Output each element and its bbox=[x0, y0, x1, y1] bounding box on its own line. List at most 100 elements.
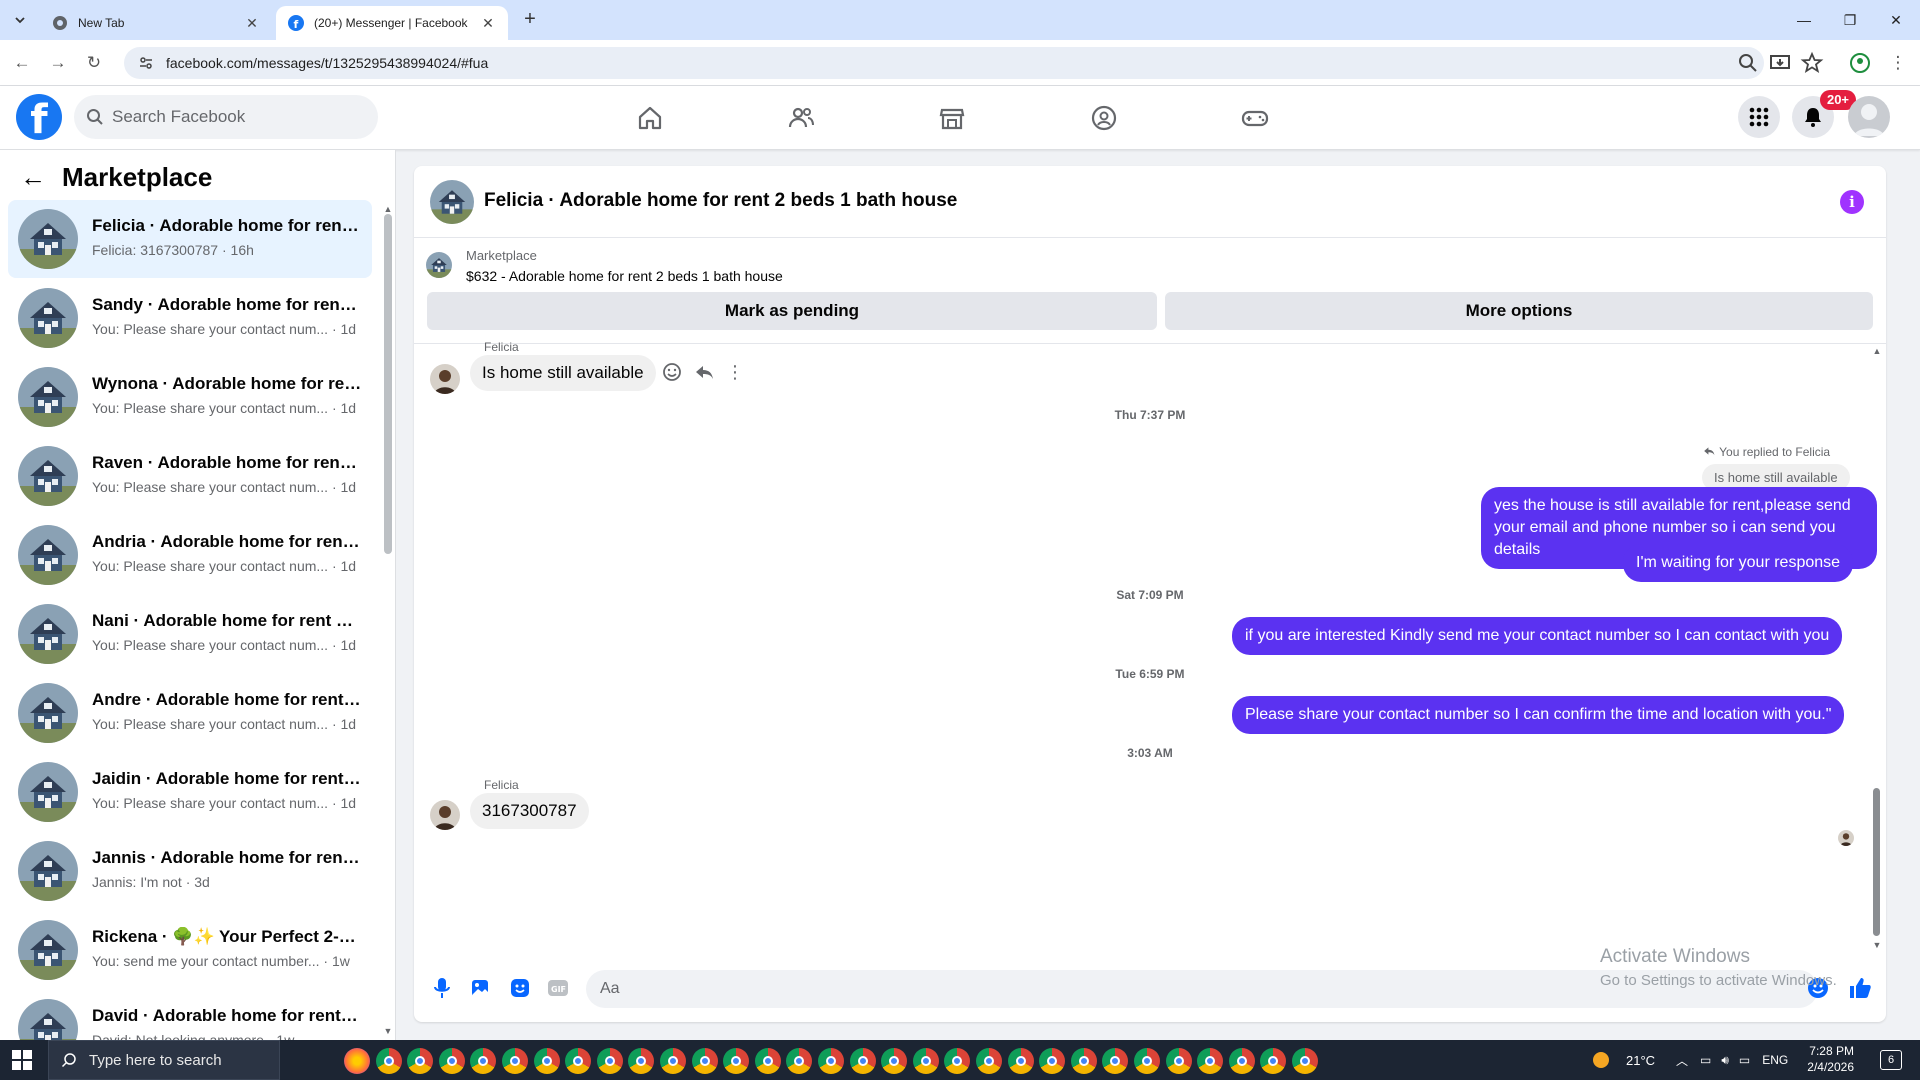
conversation-item[interactable]: David · Adorable home for rent 2 beds 1 … bbox=[8, 990, 372, 1040]
chrome-taskbar-icon[interactable] bbox=[849, 1048, 876, 1074]
network-icon[interactable]: ▭ bbox=[1700, 1053, 1711, 1067]
show-hidden-icons-icon[interactable]: ︿ bbox=[1676, 1052, 1688, 1069]
bookmark-star-icon[interactable] bbox=[1800, 51, 1824, 75]
mark-as-pending-button[interactable]: Mark as pending bbox=[427, 292, 1157, 330]
site-info-icon[interactable] bbox=[138, 55, 154, 71]
scroll-up-icon[interactable]: ▲ bbox=[383, 204, 393, 214]
account-avatar[interactable] bbox=[1848, 96, 1890, 138]
taskbar-search-input[interactable]: Type here to search bbox=[48, 1040, 280, 1080]
language-indicator[interactable]: ENG bbox=[1762, 1053, 1788, 1067]
clock[interactable]: 7:28 PM 2/4/2026 bbox=[1800, 1043, 1854, 1075]
tab-search-dropdown-icon[interactable] bbox=[8, 8, 32, 32]
chrome-taskbar-icon[interactable] bbox=[912, 1048, 939, 1074]
photo-icon[interactable] bbox=[468, 976, 492, 1000]
outgoing-message[interactable]: I'm waiting for your response bbox=[1623, 544, 1854, 582]
incoming-message[interactable]: 3167300787 bbox=[470, 793, 589, 829]
close-tab-icon[interactable]: ✕ bbox=[480, 15, 496, 31]
close-tab-icon[interactable]: ✕ bbox=[244, 15, 260, 31]
info-icon[interactable]: i bbox=[1840, 190, 1864, 214]
conversation-item[interactable]: Andre · Adorable home for rent 2 beds 1 … bbox=[8, 674, 372, 752]
install-app-icon[interactable] bbox=[1768, 51, 1792, 75]
outgoing-message[interactable]: if you are interested Kindly send me you… bbox=[1232, 617, 1843, 655]
outgoing-message[interactable]: Please share your contact number so I ca… bbox=[1232, 696, 1845, 734]
chrome-taskbar-icon[interactable] bbox=[1292, 1048, 1318, 1074]
conversation-item[interactable]: Jannis · Adorable home for rent 2 beds 1… bbox=[8, 832, 372, 910]
zoom-icon[interactable] bbox=[1736, 51, 1760, 75]
chrome-taskbar-icon[interactable] bbox=[628, 1048, 655, 1074]
chrome-taskbar-icon[interactable] bbox=[1039, 1048, 1066, 1074]
chrome-taskbar-icon[interactable] bbox=[754, 1048, 781, 1074]
friends-icon[interactable] bbox=[783, 100, 819, 136]
chrome-taskbar-icon[interactable] bbox=[1134, 1048, 1160, 1074]
notification-center-icon[interactable]: 6 bbox=[1880, 1050, 1902, 1070]
chrome-taskbar-icon[interactable] bbox=[818, 1048, 844, 1074]
menu-grid-icon[interactable] bbox=[1738, 96, 1780, 138]
chrome-taskbar-icon[interactable] bbox=[438, 1048, 465, 1074]
address-bar[interactable]: facebook.com/messages/t/1325295438994024… bbox=[124, 47, 1764, 79]
chrome-taskbar-icon[interactable] bbox=[1228, 1048, 1255, 1074]
sender-avatar[interactable] bbox=[430, 364, 460, 394]
tab-messenger[interactable]: f (20+) Messenger | Facebook ✕ bbox=[276, 6, 508, 40]
groups-icon[interactable] bbox=[1086, 100, 1122, 136]
profile-icon[interactable] bbox=[1848, 51, 1872, 75]
minimize-icon[interactable]: — bbox=[1782, 6, 1826, 34]
home-icon[interactable] bbox=[632, 100, 668, 136]
conversation-item[interactable]: Jaidin · Adorable home for rent 2 beds 1… bbox=[8, 753, 372, 831]
weather-widget[interactable]: 21°C bbox=[1590, 1040, 1655, 1080]
chrome-taskbar-icon[interactable] bbox=[596, 1048, 623, 1074]
more-actions-icon[interactable]: ⋮ bbox=[724, 361, 746, 383]
chrome-taskbar-icon[interactable] bbox=[786, 1048, 813, 1074]
conversation-item[interactable]: Felicia · Adorable home for rent 2 beds … bbox=[8, 200, 372, 278]
conversation-item[interactable]: Nani · Adorable home for rent 2 beds 1 b… bbox=[8, 595, 372, 673]
chrome-taskbar-icon[interactable] bbox=[1260, 1048, 1287, 1074]
react-emoji-icon[interactable] bbox=[661, 361, 683, 383]
chat-title[interactable]: Felicia · Adorable home for rent 2 beds … bbox=[484, 190, 957, 212]
chrome-taskbar-icon[interactable] bbox=[407, 1048, 434, 1074]
chrome-taskbar-icon[interactable] bbox=[944, 1048, 971, 1074]
chrome-taskbar-icon[interactable] bbox=[691, 1048, 718, 1074]
conversation-item[interactable]: Rickena · 🌳✨ Your Perfect 2-Bedroom Home… bbox=[8, 911, 372, 989]
chrome-taskbar-icon[interactable] bbox=[375, 1048, 402, 1074]
back-icon[interactable]: ← bbox=[10, 51, 34, 75]
chrome-taskbar-icon[interactable] bbox=[502, 1048, 528, 1074]
like-thumbs-up-icon[interactable] bbox=[1848, 976, 1872, 1000]
gif-icon[interactable]: GIF bbox=[546, 976, 570, 1000]
conversation-item[interactable]: Raven · Adorable home for rent 2 beds 1 … bbox=[8, 437, 372, 515]
chrome-taskbar-icon[interactable] bbox=[881, 1048, 908, 1074]
reply-icon[interactable] bbox=[693, 361, 715, 383]
window-close-icon[interactable]: ✕ bbox=[1874, 6, 1918, 34]
chrome-taskbar-icon[interactable] bbox=[660, 1048, 686, 1074]
chrome-taskbar-icon[interactable] bbox=[565, 1048, 592, 1074]
chat-avatar[interactable] bbox=[430, 180, 474, 224]
restore-icon[interactable]: ❐ bbox=[1828, 6, 1872, 34]
conversation-item[interactable]: Wynona · Adorable home for rent 2 beds 1… bbox=[8, 358, 372, 436]
facebook-logo[interactable]: f bbox=[16, 94, 62, 140]
marketplace-icon[interactable] bbox=[934, 100, 970, 136]
windows-start-icon[interactable] bbox=[12, 1050, 32, 1070]
listing-thumbnail[interactable] bbox=[426, 252, 452, 278]
microphone-icon[interactable] bbox=[430, 976, 454, 1000]
incoming-message[interactable]: Is home still available bbox=[470, 355, 656, 391]
chrome-taskbar-icon[interactable] bbox=[1165, 1048, 1192, 1074]
chrome-taskbar-icon[interactable] bbox=[533, 1048, 560, 1074]
chrome-taskbar-icon[interactable] bbox=[976, 1048, 1002, 1074]
chrome-taskbar-icon[interactable] bbox=[1007, 1048, 1034, 1074]
gaming-icon[interactable] bbox=[1237, 100, 1273, 136]
forward-icon[interactable]: → bbox=[46, 51, 70, 75]
sidebar-scrollbar[interactable] bbox=[384, 214, 392, 554]
chrome-taskbar-icon[interactable] bbox=[1197, 1048, 1224, 1074]
volume-icon[interactable]: 🔊︎ bbox=[1721, 1053, 1729, 1068]
scroll-down-icon[interactable]: ▼ bbox=[383, 1026, 393, 1036]
conversation-item[interactable]: Sandy · Adorable home for rent 2 beds 1 … bbox=[8, 279, 372, 357]
chrome-taskbar-icon[interactable] bbox=[1070, 1048, 1097, 1074]
scroll-up-icon[interactable]: ▲ bbox=[1872, 346, 1882, 356]
conversation-item[interactable]: Andria · Adorable home for rent 2 beds 1… bbox=[8, 516, 372, 594]
chrome-taskbar-icon[interactable] bbox=[723, 1048, 750, 1074]
sender-avatar[interactable] bbox=[430, 800, 460, 830]
chrome-taskbar-icon[interactable] bbox=[470, 1048, 497, 1074]
chat-scrollbar[interactable] bbox=[1873, 788, 1880, 936]
tab-new-tab[interactable]: New Tab ✕ bbox=[40, 6, 272, 40]
new-tab-button[interactable]: + bbox=[518, 8, 542, 32]
scroll-down-icon[interactable]: ▼ bbox=[1872, 940, 1882, 950]
more-options-button[interactable]: More options bbox=[1165, 292, 1873, 330]
